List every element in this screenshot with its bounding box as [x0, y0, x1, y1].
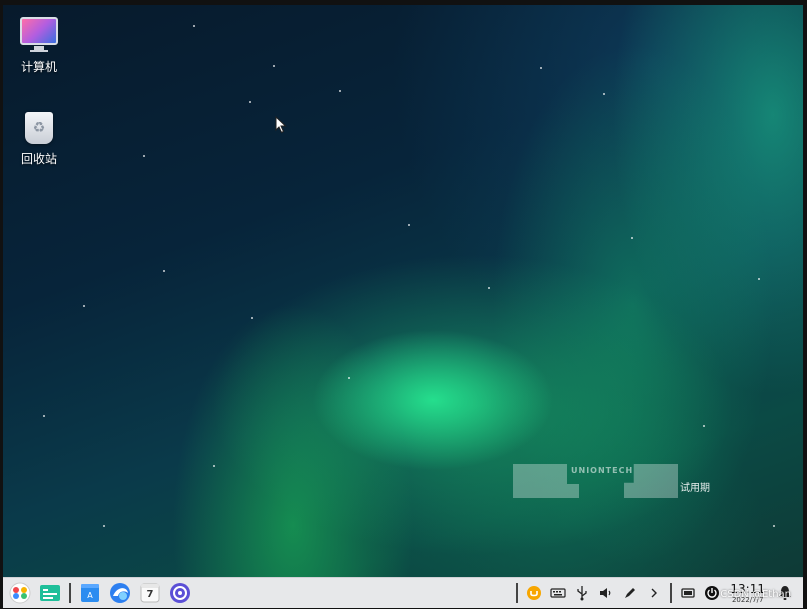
star — [251, 317, 253, 319]
desktop-icon-label: 回收站 — [20, 152, 57, 166]
input-method-icon — [527, 586, 542, 600]
star — [339, 90, 341, 92]
launcher-icon — [9, 582, 31, 604]
star — [773, 525, 775, 527]
taskbar-separator — [516, 583, 519, 603]
screen: 计算机 ♻ 回收站 UNIONTECH 试用期 A 7 13:11 2022/7… — [0, 0, 807, 609]
csdn-watermark: CSDN @Ethan — [720, 589, 791, 600]
watermark-shape — [513, 464, 567, 484]
desktop-icon-trash[interactable]: ♻ 回收站 — [9, 112, 69, 167]
watermark-brand: UNIONTECH — [571, 466, 634, 475]
tray-display[interactable] — [678, 583, 698, 603]
taskbar-launcher[interactable] — [7, 580, 33, 606]
taskbar-app-store[interactable]: A — [77, 580, 103, 606]
settings-icon — [170, 583, 190, 603]
tray-usb[interactable] — [572, 583, 592, 603]
star — [703, 425, 705, 427]
taskbar-control-center[interactable] — [167, 580, 193, 606]
taskbar-browser[interactable] — [107, 580, 133, 606]
file-manager-icon — [40, 585, 60, 601]
taskbar-file-manager[interactable] — [37, 580, 63, 606]
tray-pen[interactable] — [620, 583, 640, 603]
computer-icon — [20, 17, 58, 52]
star — [348, 377, 350, 379]
star — [83, 305, 85, 307]
desktop[interactable]: 计算机 ♻ 回收站 UNIONTECH 试用期 — [3, 5, 803, 577]
usb-icon — [577, 586, 588, 601]
watermark-trial-label: 试用期 — [680, 483, 710, 494]
mouse-cursor-icon — [275, 116, 287, 134]
expand-icon — [651, 588, 658, 598]
tray-volume[interactable] — [596, 583, 616, 603]
star — [758, 278, 760, 280]
star — [273, 65, 275, 67]
star — [249, 101, 251, 103]
desktop-icon-label: 计算机 — [20, 60, 57, 74]
star — [540, 67, 542, 69]
display-icon — [681, 588, 696, 598]
star — [43, 415, 45, 417]
svg-text:A: A — [87, 591, 93, 600]
browser-icon — [110, 583, 130, 603]
taskbar-separator — [69, 583, 71, 603]
pen-icon — [625, 588, 636, 598]
watermark-shape — [513, 484, 579, 498]
calendar-day: 7 — [146, 589, 154, 600]
star — [163, 270, 165, 272]
tray-expand[interactable] — [644, 583, 664, 603]
trash-icon: ♻ — [25, 112, 53, 144]
tray-input-method[interactable] — [524, 583, 544, 603]
volume-icon — [600, 588, 611, 598]
star — [103, 525, 105, 527]
tray-keyboard[interactable] — [548, 583, 568, 603]
taskbar-separator — [670, 583, 673, 603]
star — [143, 155, 145, 157]
star — [193, 25, 195, 27]
taskbar: A 7 13:11 2022/7/7 CSDN @Ethan — [3, 577, 803, 608]
star — [603, 93, 605, 95]
star — [213, 465, 215, 467]
star — [408, 224, 410, 226]
desktop-icon-computer[interactable]: 计算机 — [9, 17, 69, 75]
star — [488, 287, 490, 289]
keyboard-icon — [550, 588, 567, 598]
taskbar-calendar[interactable]: 7 — [137, 580, 163, 606]
app-store-icon: A — [81, 584, 99, 602]
star — [631, 237, 633, 239]
power-icon — [705, 586, 720, 600]
uniontech-watermark: UNIONTECH 试用期 — [513, 464, 753, 504]
